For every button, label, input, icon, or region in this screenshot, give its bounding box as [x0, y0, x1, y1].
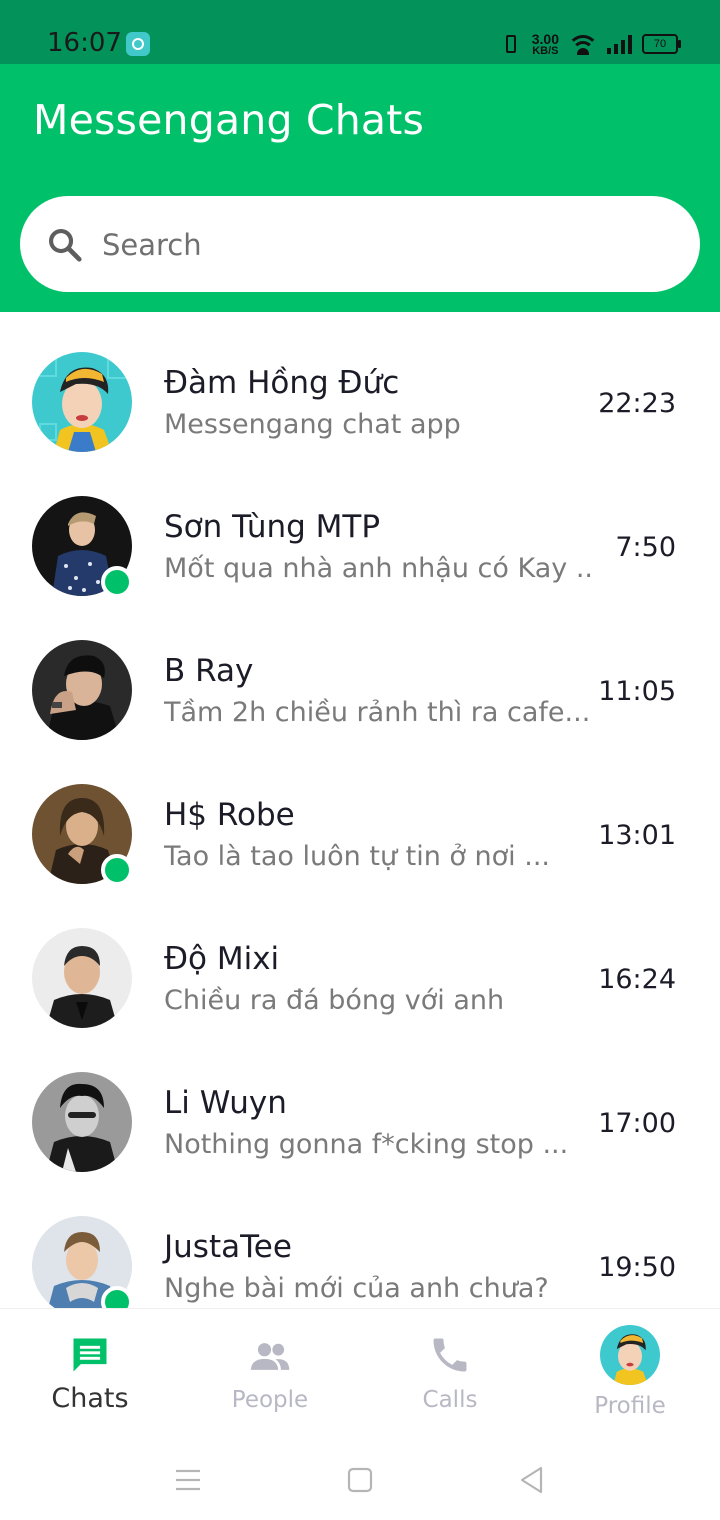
online-status-dot — [101, 854, 133, 886]
search-input[interactable] — [100, 222, 664, 268]
chat-name: Độ Mixi — [164, 941, 280, 977]
avatar — [32, 640, 132, 740]
chat-last-message: Nghe bài mới của anh chưa? — [164, 1273, 549, 1304]
network-speed: 3.00 KB/S — [531, 31, 559, 57]
chat-name: JustaTee — [164, 1229, 292, 1265]
avatar — [32, 928, 132, 1028]
chat-last-message: Mốt qua nhà anh nhậu có Kay ... — [164, 553, 592, 584]
chat-name: H$ Robe — [164, 797, 295, 833]
app-header: Messengang Chats — [0, 64, 720, 312]
home-icon[interactable] — [340, 1460, 380, 1500]
chat-time: 13:01 — [598, 820, 676, 851]
status-indicators: 3.00 KB/S 70 — [500, 30, 681, 58]
chat-last-message: Nothing gonna f*cking stop ... — [164, 1129, 569, 1160]
chat-item[interactable]: Li Wuyn Nothing gonna f*cking stop ... 1… — [0, 1032, 720, 1176]
chat-name: Sơn Tùng MTP — [164, 509, 381, 545]
chat-list: Đàm Hồng Đức Messengang chat app 22:23 S… — [0, 312, 720, 1308]
menu-icon[interactable] — [168, 1460, 208, 1500]
chat-item[interactable]: Đàm Hồng Đức Messengang chat app 22:23 — [0, 312, 720, 456]
bottom-navigation: Chats People Calls Profile — [0, 1308, 720, 1439]
people-icon — [250, 1343, 290, 1370]
chat-last-message: Tầm 2h chiều rảnh thì ra cafe... — [164, 697, 591, 728]
chat-time: 7:50 — [615, 532, 676, 563]
chat-bubble-icon — [73, 1338, 107, 1372]
network-speed-unit: KB/S — [532, 45, 559, 57]
vibrate-icon — [500, 33, 522, 55]
tab-profile-label: Profile — [594, 1393, 666, 1419]
system-navigation-bar — [0, 1438, 720, 1520]
page-title: Messengang Chats — [33, 96, 425, 144]
status-bar: 16:07 3.00 KB/S 70 — [0, 0, 720, 64]
chat-last-message: Chiều ra đá bóng với anh — [164, 985, 505, 1016]
tab-calls[interactable]: Calls — [360, 1309, 540, 1439]
chat-time: 19:50 — [598, 1252, 676, 1283]
tab-chats[interactable]: Chats — [0, 1309, 180, 1439]
chat-time: 11:05 — [598, 676, 676, 707]
chat-item[interactable]: JustaTee Nghe bài mới của anh chưa? 19:5… — [0, 1176, 720, 1308]
battery-icon: 70 — [642, 34, 681, 54]
tab-calls-label: Calls — [422, 1387, 478, 1413]
profile-avatar — [600, 1325, 660, 1385]
back-icon[interactable] — [512, 1460, 552, 1500]
chat-time: 22:23 — [598, 388, 676, 419]
chat-time: 17:00 — [598, 1108, 676, 1139]
avatar — [32, 352, 132, 452]
tab-people[interactable]: People — [180, 1309, 360, 1439]
network-speed-value: 3.00 — [531, 31, 559, 47]
tab-profile[interactable]: Profile — [540, 1309, 720, 1439]
search-bar[interactable] — [20, 196, 700, 292]
tab-people-label: People — [231, 1387, 309, 1413]
chat-item[interactable]: Sơn Tùng MTP Mốt qua nhà anh nhậu có Kay… — [0, 456, 720, 600]
chat-item[interactable]: Độ Mixi Chiều ra đá bóng với anh 16:24 — [0, 888, 720, 1032]
signal-icon — [607, 34, 632, 54]
tab-chats-label: Chats — [51, 1383, 129, 1414]
avatar — [32, 1072, 132, 1172]
app-notification-icon — [126, 32, 150, 56]
status-time: 16:07 — [47, 28, 122, 58]
chat-last-message: Tao là tao luôn tự tin ở nơi ... — [164, 841, 550, 872]
wifi-icon — [569, 33, 597, 55]
chat-item[interactable]: B Ray Tầm 2h chiều rảnh thì ra cafe... 1… — [0, 600, 720, 744]
chat-last-message: Messengang chat app — [164, 409, 461, 440]
chat-time: 16:24 — [598, 964, 676, 995]
online-status-dot — [101, 1286, 133, 1308]
chat-name: B Ray — [164, 653, 254, 689]
phone-icon — [433, 1338, 467, 1372]
chat-item[interactable]: H$ Robe Tao là tao luôn tự tin ở nơi ...… — [0, 744, 720, 888]
chat-name: Li Wuyn — [164, 1085, 287, 1121]
chat-name: Đàm Hồng Đức — [164, 365, 400, 401]
search-icon — [49, 229, 82, 262]
online-status-dot — [101, 566, 133, 598]
